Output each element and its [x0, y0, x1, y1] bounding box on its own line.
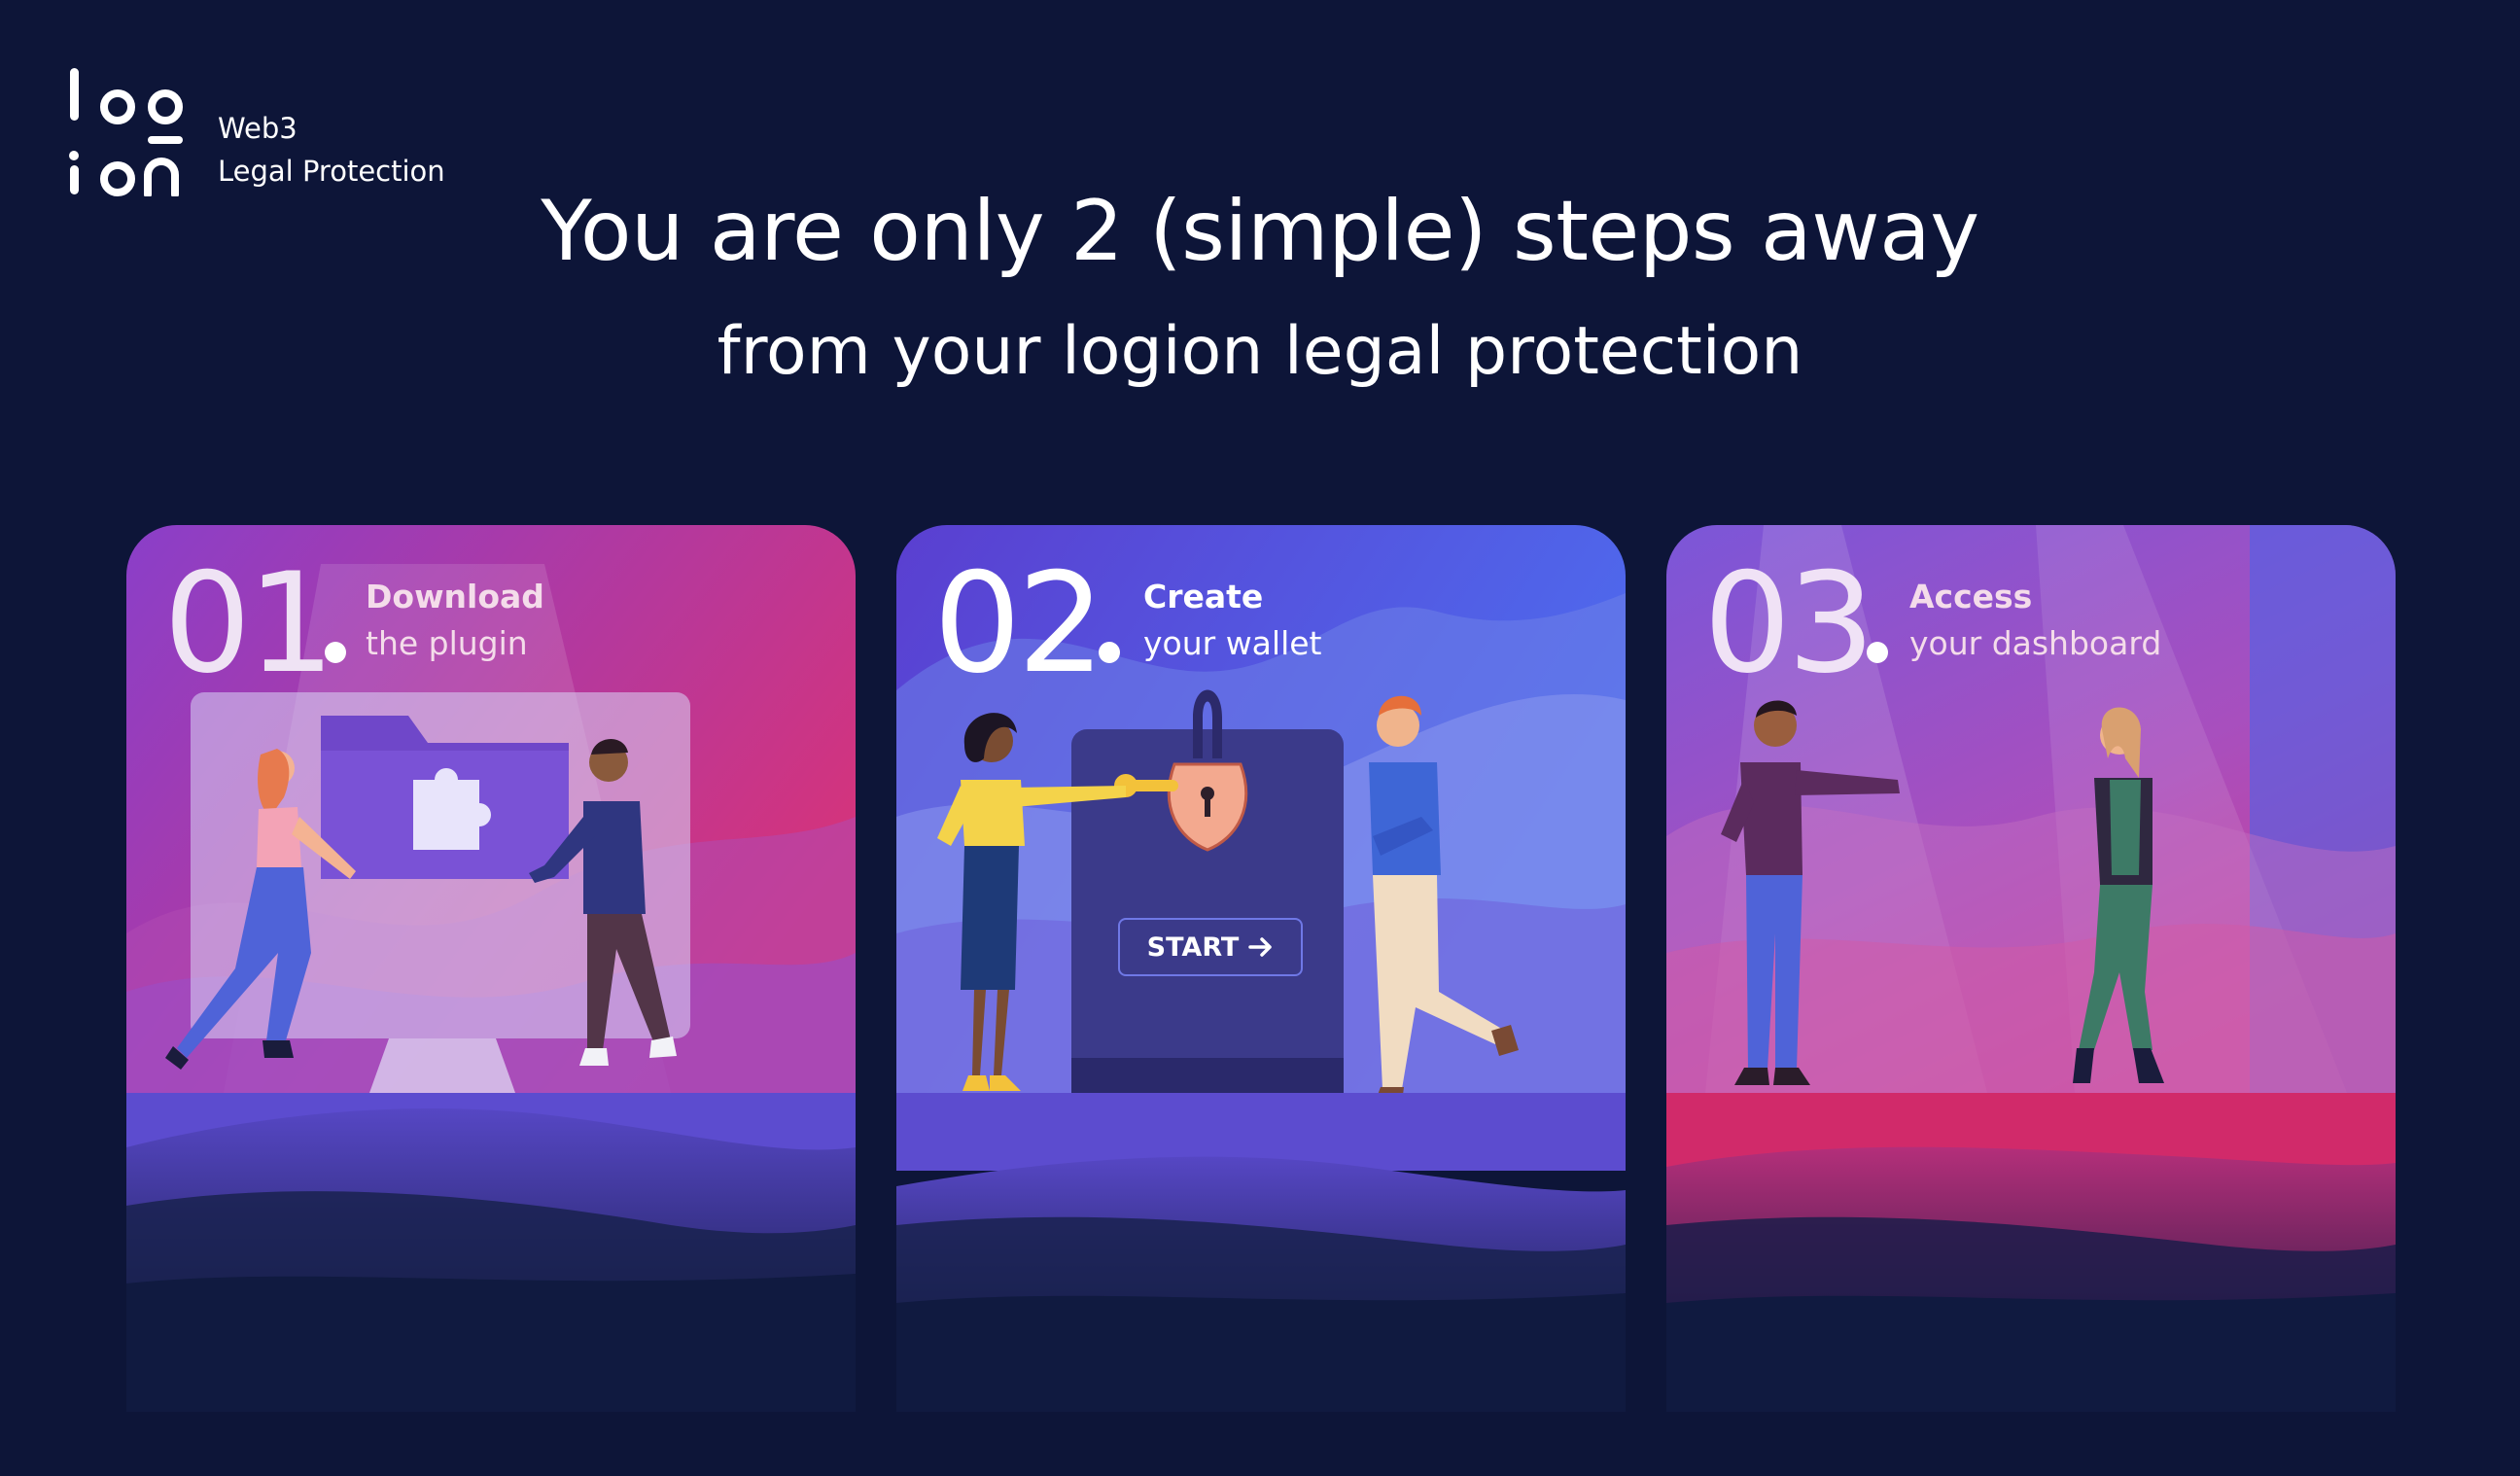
step-card-create-wallet[interactable]: 02 Create your wallet START: [896, 525, 1626, 1412]
step-subtitle: your dashboard: [1909, 624, 2162, 662]
start-button[interactable]: START: [1118, 918, 1303, 976]
brand-line-1: Web3: [218, 112, 298, 145]
puzzle-icon: [413, 768, 491, 850]
step-number: 01: [163, 544, 335, 704]
step-number: 02: [933, 544, 1105, 704]
step-title: Access: [1909, 578, 2033, 615]
step-title: Create: [1143, 578, 1264, 615]
brand-tagline: Web3 Legal Protection: [218, 107, 445, 193]
page-title: You are only 2 (simple) steps away: [541, 183, 1979, 280]
logion-logo: [69, 68, 183, 196]
step-number-dot: [1099, 642, 1120, 663]
step-card-access-dashboard[interactable]: 03 Access your dashboard: [1666, 525, 2396, 1412]
step-number: 03: [1703, 544, 1875, 704]
step-subtitle: the plugin: [366, 624, 528, 662]
step-subtitle: your wallet: [1143, 624, 1322, 662]
step-number-dot: [325, 642, 346, 663]
start-button-label: START: [1146, 931, 1240, 963]
step-title: Download: [366, 578, 544, 615]
page-subtitle: from your logion legal protection: [717, 313, 1803, 390]
arrow-right-icon: [1248, 937, 1273, 957]
step-card-download[interactable]: 01 Download the plugin: [126, 525, 856, 1412]
step-number-dot: [1867, 642, 1888, 663]
